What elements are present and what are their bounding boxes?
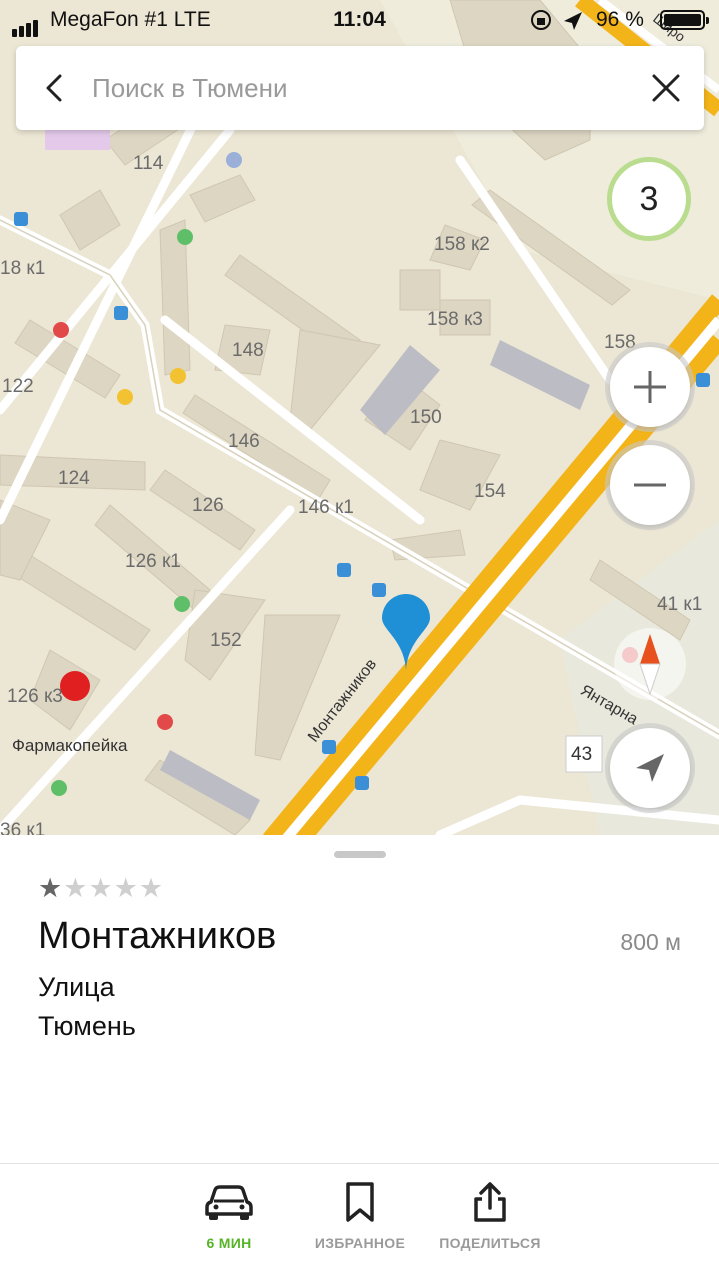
my-location-button[interactable] bbox=[610, 728, 690, 808]
place-distance: 800 м bbox=[620, 929, 681, 955]
favorites-label: ИЗБРАННОЕ bbox=[314, 1235, 406, 1251]
star-icon[interactable]: ★ bbox=[114, 873, 139, 903]
map-label: 124 bbox=[58, 468, 90, 489]
battery-percent: 96 % bbox=[596, 8, 644, 31]
share-icon bbox=[474, 1182, 506, 1222]
back-arrow-icon[interactable] bbox=[40, 72, 72, 104]
map-label: 122 bbox=[2, 376, 34, 397]
map-label: 126 к1 bbox=[125, 551, 181, 572]
map-label: 152 bbox=[210, 630, 242, 651]
map-label: 146 к1 bbox=[298, 497, 354, 518]
share-button[interactable]: ПОДЕЛИТЬСЯ bbox=[430, 1182, 550, 1251]
star-icon[interactable]: ★ bbox=[88, 873, 113, 903]
compass-button[interactable] bbox=[614, 628, 686, 700]
zoom-out-button[interactable] bbox=[610, 445, 690, 525]
place-type: Улица bbox=[38, 972, 115, 1002]
map-label: 43 bbox=[571, 744, 593, 765]
map-label: 36 к1 bbox=[0, 820, 46, 835]
zoom-in-button[interactable] bbox=[610, 347, 690, 427]
map-label: 114 bbox=[133, 153, 164, 174]
compass-icon bbox=[639, 634, 661, 696]
close-icon[interactable] bbox=[650, 72, 682, 104]
map-label: 158 к3 bbox=[427, 309, 483, 330]
status-bar: MegaFon #1 LTE 11:04 96 % bbox=[0, 0, 719, 40]
map-label: 126 к3 bbox=[7, 686, 63, 707]
map-label: 158 к2 bbox=[434, 234, 490, 255]
favorites-button[interactable]: ИЗБРАННОЕ bbox=[305, 1182, 415, 1251]
map-label: 18 к1 bbox=[0, 258, 46, 279]
star-icon[interactable]: ★ bbox=[63, 873, 88, 903]
action-bar: 6 МИН ИЗБРАННОЕ ПОДЕЛИТЬСЯ bbox=[0, 1163, 719, 1280]
plus-icon bbox=[634, 371, 666, 403]
place-city: Тюмень bbox=[38, 1011, 136, 1041]
route-button[interactable]: 6 МИН bbox=[189, 1182, 269, 1251]
star-icon[interactable]: ★ bbox=[38, 873, 63, 903]
battery-icon bbox=[660, 10, 709, 30]
drag-handle[interactable] bbox=[334, 851, 386, 858]
map-label: 154 bbox=[474, 481, 506, 502]
rotation-lock-and-location-icons bbox=[531, 10, 582, 30]
search-bar bbox=[16, 46, 704, 130]
location-arrow-icon bbox=[636, 754, 664, 782]
map-label: 126 bbox=[192, 495, 224, 516]
share-label: ПОДЕЛИТЬСЯ bbox=[439, 1235, 541, 1251]
map-label: 148 bbox=[232, 340, 264, 361]
map-label: 146 bbox=[228, 431, 260, 452]
place-title: Монтажников bbox=[38, 915, 277, 957]
poi-label-pharmacy[interactable]: Фармакопейка bbox=[12, 736, 127, 756]
route-time-label: 6 МИН bbox=[206, 1235, 252, 1251]
traffic-level-button[interactable]: 3 bbox=[607, 157, 691, 241]
place-card[interactable]: ★★★★★ Монтажников 800 м Улица Тюмень bbox=[0, 835, 719, 1165]
traffic-level-value: 3 bbox=[639, 179, 659, 218]
minus-icon bbox=[634, 483, 666, 487]
map-label: 41 к1 bbox=[657, 594, 703, 615]
star-icon[interactable]: ★ bbox=[139, 873, 164, 903]
car-icon bbox=[205, 1185, 253, 1220]
map-label: 150 bbox=[410, 407, 442, 428]
rating-stars[interactable]: ★★★★★ bbox=[38, 873, 164, 904]
bookmark-icon bbox=[346, 1182, 374, 1222]
search-input[interactable] bbox=[92, 68, 612, 108]
